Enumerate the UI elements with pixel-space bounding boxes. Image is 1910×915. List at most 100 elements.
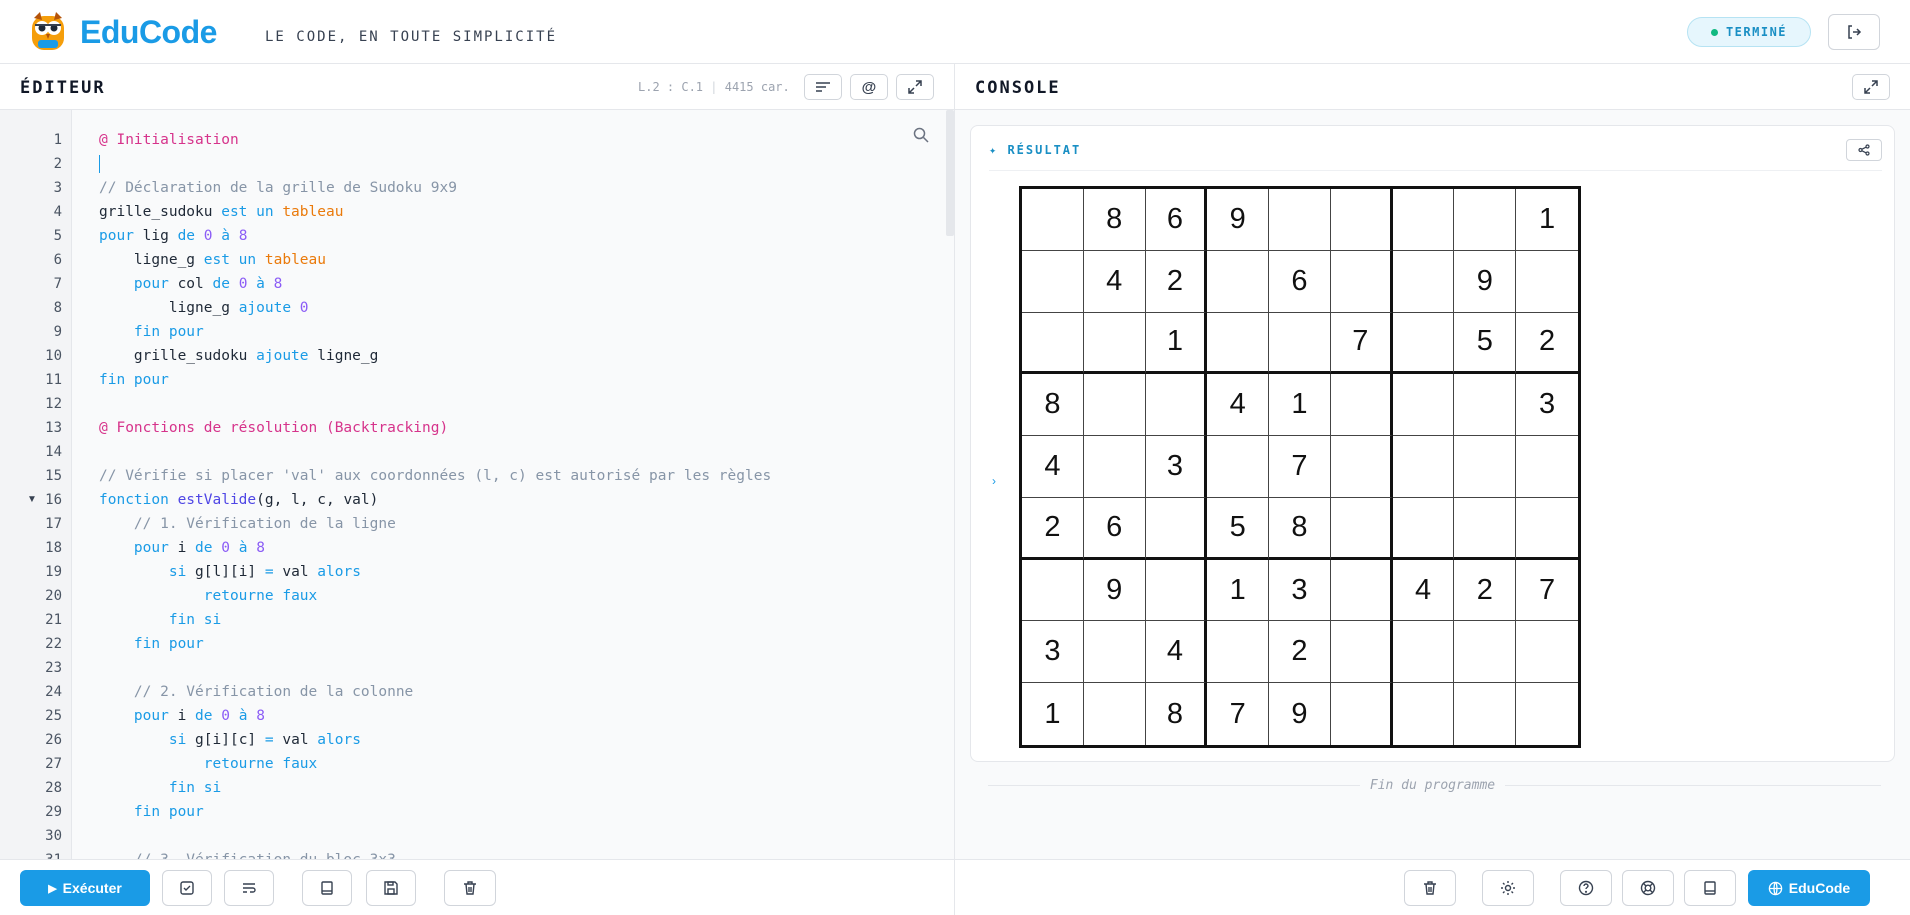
settings-button[interactable] (1482, 870, 1534, 906)
code-area[interactable]: @ Initialisation // Déclaration de la gri… (72, 110, 954, 859)
sudoku-cell: 8 (1083, 189, 1146, 251)
code-line: fin pour (99, 800, 204, 824)
sudoku-cell: 8 (1269, 497, 1331, 560)
code-token: de (177, 228, 204, 244)
line-number-gutter: 1 2 3 4 5 6 7 8 9 10 11 12 13 14 15 16 ▼ 17 18 19 20 21 22 23 24… (0, 110, 72, 859)
code-editor[interactable]: 1 2 3 4 5 6 7 8 9 10 11 12 13 14 15 16 ▼ 17 18 19 20 21 22 23 24… (0, 110, 954, 859)
format-button[interactable] (804, 74, 842, 100)
sudoku-cell: 4 (1207, 374, 1270, 437)
expand-icon (1864, 80, 1878, 94)
sudoku-cell (1454, 436, 1517, 498)
code-token: pour (133, 540, 178, 556)
support-button[interactable] (1622, 870, 1674, 906)
code-token: tableau (282, 204, 344, 220)
line-number: 30 (45, 828, 62, 844)
sudoku-cell (1330, 497, 1393, 560)
console-expand-button[interactable] (1852, 74, 1890, 100)
clear-console-button[interactable] (1404, 870, 1456, 906)
gear-icon (1501, 881, 1515, 895)
sudoku-cell: 7 (1330, 312, 1393, 375)
editor-title: ÉDITEUR (20, 78, 106, 98)
sudoku-cell (1145, 559, 1208, 622)
educode-site-button[interactable]: EduCode (1748, 870, 1870, 906)
code-token: i (177, 540, 196, 556)
line-number: 8 (53, 300, 62, 316)
run-button[interactable]: ▶ Exécuter (20, 870, 150, 906)
sudoku-cell (1084, 683, 1146, 745)
editor-scrollbar[interactable] (946, 110, 954, 236)
share-button[interactable] (1846, 139, 1882, 161)
docs-button[interactable] (302, 870, 352, 906)
book-icon (321, 881, 333, 895)
code-token: alors (317, 564, 361, 580)
editor-expand-button[interactable] (896, 74, 934, 100)
save-button[interactable] (366, 870, 416, 906)
sudoku-cell: 9 (1083, 559, 1146, 622)
logout-button[interactable] (1828, 14, 1880, 50)
code-token: 8 (238, 228, 248, 244)
code-line: // Vérifie si placer 'val' aux coordonné… (99, 464, 771, 488)
line-number: 9 (53, 324, 62, 340)
sudoku-cell: 8 (1146, 683, 1208, 745)
code-line: pour col de 0 à 8 (99, 272, 282, 296)
docs-button[interactable] (1684, 870, 1736, 906)
owl-logo-icon (32, 12, 64, 50)
line-number: 20 (45, 588, 62, 604)
code-token: à (238, 540, 257, 556)
code-token: est un (221, 204, 283, 220)
sudoku-cell (1330, 621, 1393, 684)
code-line: // 3. Vérification du bloc 3x3 (99, 848, 396, 859)
code-token: de (212, 276, 239, 292)
sudoku-cell (1392, 374, 1455, 437)
save-icon (384, 881, 398, 895)
line-number: 15 (45, 468, 62, 484)
code-token: si (168, 732, 196, 748)
sudoku-cell (1145, 374, 1208, 437)
sudoku-cell (1083, 436, 1146, 498)
code-token: fin pour (133, 804, 204, 820)
line-number: 6 (53, 252, 62, 268)
code-line: pour lig de 0 à 8 (99, 224, 247, 248)
sudoku-cell: 1 (1516, 189, 1578, 251)
at-symbol-button[interactable]: @ (850, 74, 888, 100)
sudoku-cell (1207, 621, 1270, 684)
help-button[interactable] (1560, 870, 1612, 906)
console-header: CONSOLE (955, 64, 1910, 110)
code-line: fin pour (99, 368, 169, 392)
code-line: pour i de 0 à 8 (99, 704, 265, 728)
wrap-button[interactable] (224, 870, 274, 906)
code-token: alors (317, 732, 361, 748)
code-token: grille_sudoku (99, 348, 257, 364)
code-line: fin si (99, 608, 221, 632)
status-label: TERMINÉ (1725, 25, 1788, 39)
clear-code-button[interactable] (444, 870, 496, 906)
sudoku-grid: 869142691752841343726589134273421879 (1019, 186, 1581, 748)
sudoku-cell: 6 (1145, 189, 1208, 251)
sudoku-cell: 1 (1022, 683, 1084, 745)
line-number: 4 (53, 204, 62, 220)
code-token: val (282, 732, 318, 748)
sudoku-cell: 9 (1207, 189, 1270, 251)
line-number: 18 (45, 540, 62, 556)
lifebuoy-icon (1640, 880, 1656, 896)
code-token: (g, l, c, val) (256, 492, 379, 508)
code-token: estValide (177, 492, 257, 508)
search-icon[interactable] (912, 126, 930, 144)
console-footer: EduCode (955, 859, 1910, 915)
code-token: g[i][c] (195, 732, 265, 748)
sudoku-cell (1207, 436, 1270, 498)
sudoku-cell: 5 (1207, 497, 1270, 560)
sudoku-cell: 1 (1145, 312, 1208, 375)
sudoku-cell: 3 (1145, 436, 1208, 498)
line-number: 19 (45, 564, 62, 580)
editor-status-info: L.2 : C.1 | 4415 car. (638, 80, 790, 94)
fold-toggle-icon[interactable]: ▼ (27, 488, 37, 512)
line-number: 23 (45, 660, 62, 676)
check-button[interactable] (162, 870, 212, 906)
code-token: ligne_g (99, 252, 204, 268)
code-token: // 2. Vérification de la colonne (133, 684, 414, 700)
